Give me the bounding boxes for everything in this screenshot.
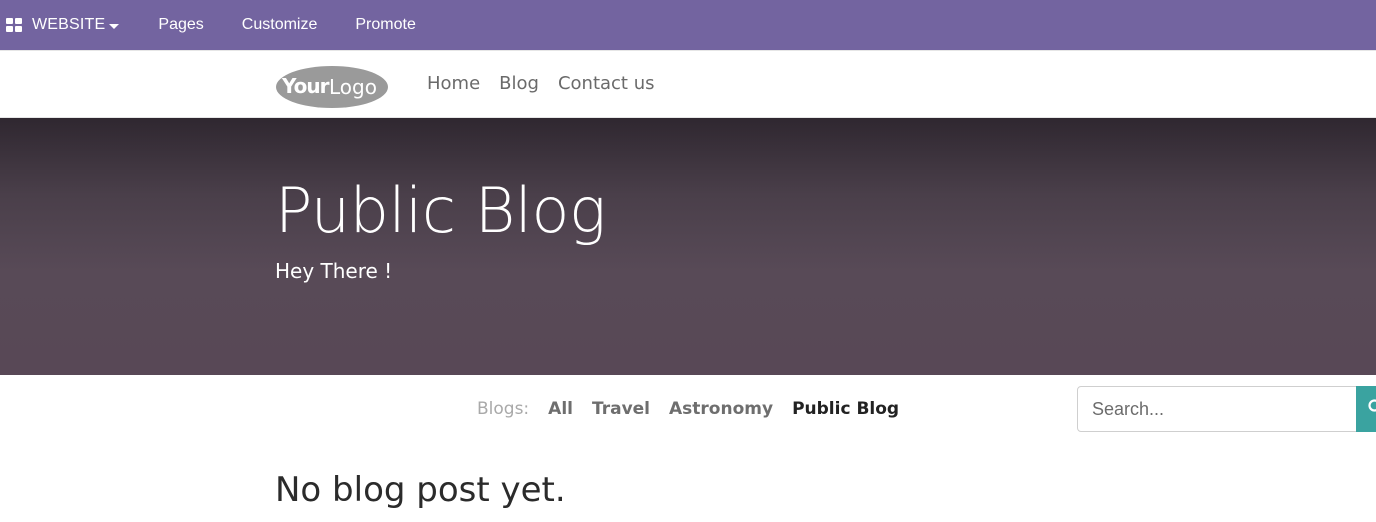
grid-icon — [6, 18, 22, 32]
empty-posts-message: No blog post yet. — [275, 470, 566, 510]
website-apps-menu[interactable]: WEBSITE — [0, 0, 120, 50]
logo-text-light: Logo — [329, 75, 377, 99]
site-header: Your Logo Home Blog Contact us — [0, 50, 1376, 118]
logo-text-bold: Your — [281, 74, 330, 98]
admin-bar: WEBSITE Pages Customize Promote — [0, 0, 1376, 50]
search-button[interactable] — [1356, 386, 1376, 432]
caret-down-icon — [109, 23, 120, 29]
admin-menu: Pages Customize Promote — [158, 16, 453, 34]
blog-link-all[interactable]: All — [548, 399, 573, 419]
nav-blog[interactable]: Blog — [499, 73, 539, 94]
blog-filter-bar: Blogs: All Travel Astronomy Public Blog — [0, 375, 1376, 445]
nav-home[interactable]: Home — [427, 73, 480, 94]
blog-subtitle: Hey There ! — [275, 259, 393, 283]
blog-link-astronomy[interactable]: Astronomy — [669, 399, 773, 419]
blog-title: Public Blog — [275, 174, 606, 247]
blog-hero: Public Blog Hey There ! — [0, 118, 1376, 375]
blogs-label: Blogs: — [477, 399, 530, 419]
nav-contact-us[interactable]: Contact us — [558, 73, 655, 94]
blog-search — [1077, 386, 1376, 432]
search-icon — [1368, 399, 1376, 412]
search-input[interactable] — [1077, 386, 1357, 432]
admin-menu-promote[interactable]: Promote — [355, 16, 415, 34]
blog-link-public-blog[interactable]: Public Blog — [792, 399, 899, 419]
admin-menu-customize[interactable]: Customize — [242, 16, 318, 34]
site-nav: Home Blog Contact us — [427, 73, 674, 94]
admin-menu-pages[interactable]: Pages — [158, 16, 203, 34]
site-logo[interactable]: Your Logo — [275, 65, 389, 109]
website-menu-label: WEBSITE — [32, 16, 106, 33]
blogs-nav: Blogs: All Travel Astronomy Public Blog — [477, 399, 918, 419]
blog-link-travel[interactable]: Travel — [592, 399, 650, 419]
